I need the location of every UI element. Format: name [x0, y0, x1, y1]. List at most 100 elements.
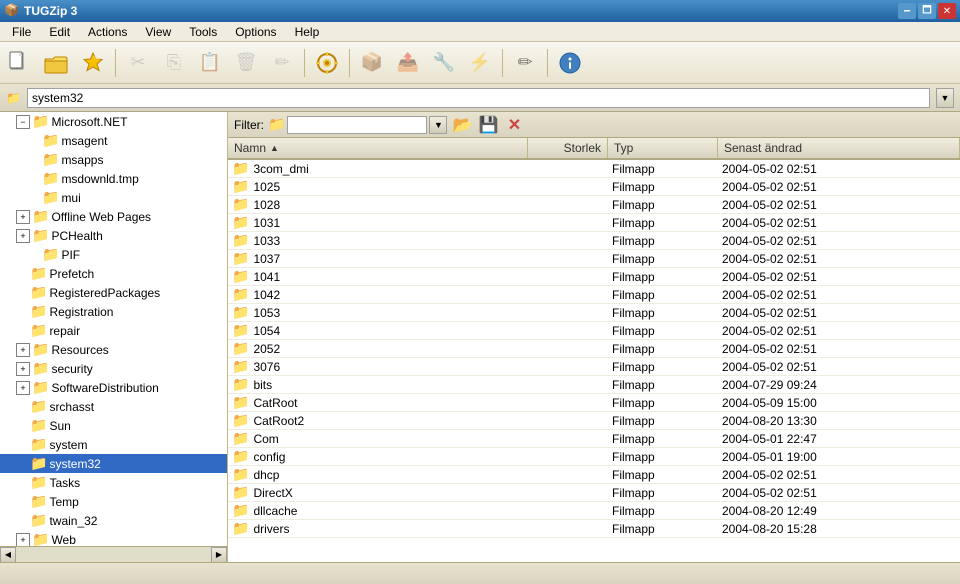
toolbar-copy-button[interactable]: ⎘	[157, 46, 191, 80]
minimize-button[interactable]: 🗕	[898, 3, 916, 19]
toolbar-open-button[interactable]	[40, 46, 74, 80]
tree-item-registration[interactable]: 📁Registration	[0, 302, 227, 321]
file-name-cell: 📁1037	[228, 250, 528, 267]
tree-item-temp[interactable]: 📁Temp	[0, 492, 227, 511]
tree-folder-icon-msagent: 📁	[42, 132, 59, 149]
tree-item-msdownld-tmp[interactable]: 📁msdownld.tmp	[0, 169, 227, 188]
file-row[interactable]: 📁3076Filmapp2004-05-02 02:51	[228, 358, 960, 376]
tree-item-system32[interactable]: 📁system32	[0, 454, 227, 473]
tree-item-prefetch[interactable]: 📁Prefetch	[0, 264, 227, 283]
file-row[interactable]: 📁CatRootFilmapp2004-05-09 15:00	[228, 394, 960, 412]
tree-item-sun[interactable]: 📁Sun	[0, 416, 227, 435]
toolbar-test-button[interactable]: 🔧	[427, 46, 461, 80]
filter-open-button[interactable]: 📂	[451, 115, 473, 135]
menu-item-view[interactable]: View	[137, 23, 179, 41]
tree-item-srchasst[interactable]: 📁srchasst	[0, 397, 227, 416]
file-row[interactable]: 📁bitsFilmapp2004-07-29 09:24	[228, 376, 960, 394]
file-row[interactable]: 📁CatRoot2Filmapp2004-08-20 13:30	[228, 412, 960, 430]
filter-save-button[interactable]: 💾	[477, 115, 499, 135]
tree-expand-microsoft-net[interactable]: −	[16, 115, 30, 129]
tree-item-offline-web-pages[interactable]: +📁Offline Web Pages	[0, 207, 227, 226]
file-row[interactable]: 📁1033Filmapp2004-05-02 02:51	[228, 232, 960, 250]
tree-expand-security[interactable]: +	[16, 362, 30, 376]
menu-item-actions[interactable]: Actions	[80, 23, 135, 41]
address-dropdown[interactable]: ▼	[936, 88, 954, 108]
tree-expand-web[interactable]: +	[16, 533, 30, 547]
file-row[interactable]: 📁driversFilmapp2004-08-20 15:28	[228, 520, 960, 538]
tree-item-security[interactable]: +📁security	[0, 359, 227, 378]
toolbar-sfx-button[interactable]: ⚡	[463, 46, 497, 80]
tree-item-repair[interactable]: 📁repair	[0, 321, 227, 340]
folder-icon: 📁	[232, 250, 249, 267]
col-header-type[interactable]: Typ	[608, 138, 718, 158]
tree-expand-software-distribution[interactable]: +	[16, 381, 30, 395]
maximize-button[interactable]: 🗖	[918, 3, 936, 19]
menu-item-file[interactable]: File	[4, 23, 39, 41]
file-row[interactable]: 📁1037Filmapp2004-05-02 02:51	[228, 250, 960, 268]
close-button[interactable]: ✕	[938, 3, 956, 19]
toolbar-info-button[interactable]	[553, 46, 587, 80]
file-row[interactable]: 📁configFilmapp2004-05-01 19:00	[228, 448, 960, 466]
file-row[interactable]: 📁1042Filmapp2004-05-02 02:51	[228, 286, 960, 304]
menu-item-options[interactable]: Options	[227, 23, 284, 41]
tree-hscroll[interactable]: ◀ ▶	[0, 546, 227, 562]
tree-item-microsoft-net[interactable]: −📁Microsoft.NET	[0, 112, 227, 131]
toolbar-rename-button[interactable]: ✏	[265, 46, 299, 80]
toolbar-extract-button[interactable]: 📤	[391, 46, 425, 80]
tree-expand-pchealth[interactable]: +	[16, 229, 30, 243]
file-row[interactable]: 📁1025Filmapp2004-05-02 02:51	[228, 178, 960, 196]
tree-expand-offline-web-pages[interactable]: +	[16, 210, 30, 224]
file-row[interactable]: 📁3com_dmiFilmapp2004-05-02 02:51	[228, 160, 960, 178]
tree-item-pif[interactable]: 📁PIF	[0, 245, 227, 264]
menu-item-help[interactable]: Help	[287, 23, 328, 41]
file-row[interactable]: 📁1054Filmapp2004-05-02 02:51	[228, 322, 960, 340]
menu-item-edit[interactable]: Edit	[41, 23, 78, 41]
col-header-name[interactable]: Namn ▲	[228, 138, 528, 158]
tree-item-resources[interactable]: +📁Resources	[0, 340, 227, 359]
tree-folder-icon-registration: 📁	[30, 303, 47, 320]
file-row[interactable]: 📁2052Filmapp2004-05-02 02:51	[228, 340, 960, 358]
toolbar-sep-2	[304, 49, 305, 77]
folder-icon: 📁	[232, 232, 249, 249]
tree-item-mui[interactable]: 📁mui	[0, 188, 227, 207]
tree-item-msagent[interactable]: 📁msagent	[0, 131, 227, 150]
file-row[interactable]: 📁1041Filmapp2004-05-02 02:51	[228, 268, 960, 286]
toolbar-favorites-button[interactable]	[76, 46, 110, 80]
file-row[interactable]: 📁dhcpFilmapp2004-05-02 02:51	[228, 466, 960, 484]
filter-input[interactable]	[287, 116, 427, 134]
tree-item-tasks[interactable]: 📁Tasks	[0, 473, 227, 492]
menu-item-tools[interactable]: Tools	[181, 23, 225, 41]
toolbar-cut-button[interactable]: ✂	[121, 46, 155, 80]
toolbar-new-button[interactable]	[4, 46, 38, 80]
file-row[interactable]: 📁1031Filmapp2004-05-02 02:51	[228, 214, 960, 232]
tree-item-web[interactable]: +📁Web	[0, 530, 227, 546]
toolbar-write-button[interactable]: ✏	[508, 46, 542, 80]
toolbar-delete-button[interactable]: 🗑	[229, 46, 263, 80]
file-row[interactable]: 📁ComFilmapp2004-05-01 22:47	[228, 430, 960, 448]
tree-item-registered-packages[interactable]: 📁RegisteredPackages	[0, 283, 227, 302]
tree-item-msapps[interactable]: 📁msapps	[0, 150, 227, 169]
file-row[interactable]: 📁1053Filmapp2004-05-02 02:51	[228, 304, 960, 322]
toolbar-compress-button[interactable]: 📦	[355, 46, 389, 80]
tree-scroll-left[interactable]: ◀	[0, 547, 16, 563]
file-row[interactable]: 📁DirectXFilmapp2004-05-02 02:51	[228, 484, 960, 502]
file-row[interactable]: 📁1028Filmapp2004-05-02 02:51	[228, 196, 960, 214]
tree-item-twain-32[interactable]: 📁twain_32	[0, 511, 227, 530]
toolbar-settings-button[interactable]	[310, 46, 344, 80]
tree-item-pchealth[interactable]: +📁PCHealth	[0, 226, 227, 245]
tree-item-software-distribution[interactable]: +📁SoftwareDistribution	[0, 378, 227, 397]
file-type-cell: Filmapp	[608, 324, 718, 338]
file-row[interactable]: 📁dllcacheFilmapp2004-08-20 12:49	[228, 502, 960, 520]
tree-expand-resources[interactable]: +	[16, 343, 30, 357]
col-header-size[interactable]: Storlek	[528, 138, 608, 158]
filter-dropdown[interactable]: ▼	[429, 116, 447, 134]
filter-clear-button[interactable]: ✕	[503, 115, 525, 135]
address-input[interactable]	[27, 88, 930, 108]
col-header-modified[interactable]: Senast ändrad	[718, 138, 960, 158]
toolbar-paste-button[interactable]: 📋	[193, 46, 227, 80]
folder-tree[interactable]: −📁Microsoft.NET📁msagent📁msapps📁msdownld.…	[0, 112, 227, 546]
file-name-cell: 📁1031	[228, 214, 528, 231]
tree-scroll-right[interactable]: ▶	[211, 547, 227, 563]
tree-item-system[interactable]: 📁system	[0, 435, 227, 454]
file-rows[interactable]: 📁3com_dmiFilmapp2004-05-02 02:51📁1025Fil…	[228, 160, 960, 562]
